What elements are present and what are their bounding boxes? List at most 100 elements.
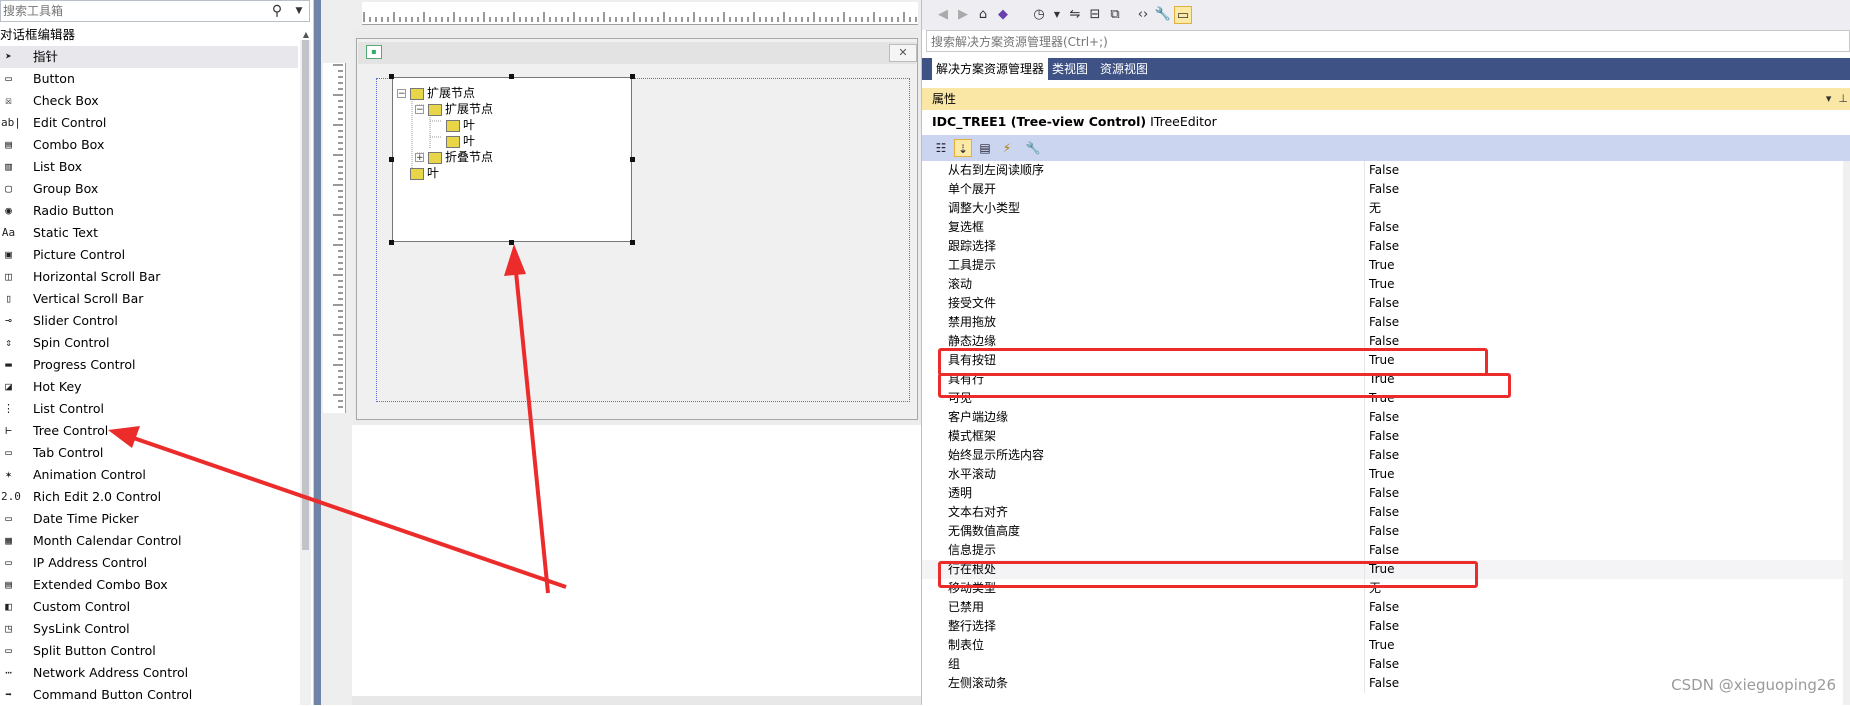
property-row[interactable]: 调整大小类型 无 [922,199,1850,218]
resize-handle[interactable] [630,74,635,79]
events-icon[interactable]: ⚡ [998,139,1016,157]
sync-icon[interactable]: ⇋ [1066,6,1084,24]
property-value[interactable]: False [1369,408,1399,427]
history-icon[interactable]: ◷ [1030,6,1048,24]
toolbox-item[interactable]: ▭ IP Address Control [0,552,298,574]
toolbox-item[interactable]: ▬ Progress Control [0,354,298,376]
toolbox-item[interactable]: ◫ Horizontal Scroll Bar [0,266,298,288]
property-value[interactable]: False [1369,427,1399,446]
property-row[interactable]: 整行选择 False [922,617,1850,636]
property-value[interactable]: True [1369,465,1395,484]
toolbox-item[interactable]: ▯ Vertical Scroll Bar [0,288,298,310]
toolbox-item[interactable]: ◉ Radio Button [0,200,298,222]
property-value[interactable]: True [1369,256,1395,275]
property-value[interactable]: True [1369,636,1395,655]
property-value[interactable]: False [1369,484,1399,503]
property-row[interactable]: 组 False [922,655,1850,674]
toolbox-item[interactable]: ☒ Check Box [0,90,298,112]
wrench-icon[interactable]: 🔧 [1154,6,1172,24]
property-divider[interactable] [1364,465,1365,484]
property-row[interactable]: 跟踪选择 False [922,237,1850,256]
property-row[interactable]: 制表位 True [922,636,1850,655]
resize-handle[interactable] [630,157,635,162]
property-value[interactable]: False [1369,313,1399,332]
property-value[interactable]: False [1369,503,1399,522]
pin-icon[interactable]: ▾ ⊥ [1808,88,1848,110]
property-divider[interactable] [1364,484,1365,503]
tab-class-view[interactable]: 类视图 [1048,58,1092,80]
property-row[interactable]: 水平滚动 True [922,465,1850,484]
scroll-up-icon[interactable]: ▲ [301,30,311,40]
toolbox-search-input[interactable] [1,2,275,20]
tab-solution-explorer[interactable]: 解决方案资源管理器 [932,58,1049,80]
toolbox-item[interactable]: ▭ Tab Control [0,442,298,464]
toolbox-item[interactable]: ▤ Extended Combo Box [0,574,298,596]
alphabetical-icon[interactable]: ⇣ [954,139,972,157]
property-row[interactable]: 工具提示 True [922,256,1850,275]
property-row[interactable]: 无偶数值高度 False [922,522,1850,541]
property-divider[interactable] [1364,427,1365,446]
property-divider[interactable] [1364,617,1365,636]
tree-node[interactable]: 扩展节点 [410,85,475,101]
toolbox-item[interactable]: ➡ Command Button Control [0,684,298,706]
toolbox-item[interactable]: ▢ Group Box [0,178,298,200]
toolbox-item[interactable]: ▭ Button [0,68,298,90]
property-value[interactable]: False [1369,598,1399,617]
forward-icon[interactable]: ▶ [954,6,972,24]
back-icon[interactable]: ◀ [934,6,952,24]
property-row[interactable]: 客户端边缘 False [922,408,1850,427]
chevron-down-icon[interactable]: ▼ [1048,6,1066,24]
toolbox-item[interactable]: ▣ Picture Control [0,244,298,266]
toolbox-item[interactable]: ◧ Custom Control [0,596,298,618]
toolbox-item[interactable]: ▦ Month Calendar Control [0,530,298,552]
property-row[interactable]: 单个展开 False [922,180,1850,199]
close-icon[interactable]: ✕ [889,44,917,62]
designer-hscrollbar[interactable] [352,696,921,705]
property-value[interactable]: False [1369,180,1399,199]
toolbox-group-header[interactable]: 对话框编辑器 [0,25,300,45]
tree-node[interactable]: 叶 [446,133,475,149]
toolbox-item[interactable]: ▤ Combo Box [0,134,298,156]
property-divider[interactable] [1364,180,1365,199]
property-divider[interactable] [1364,161,1365,180]
property-row[interactable]: 信息提示 False [922,541,1850,560]
toolbox-item[interactable]: Aa Static Text [0,222,298,244]
property-value[interactable]: True [1369,275,1395,294]
property-divider[interactable] [1364,598,1365,617]
property-divider[interactable] [1364,313,1365,332]
collapse-icon[interactable]: − [415,105,424,115]
toolbox-search-box[interactable]: ⚲ ▼ [0,0,310,22]
property-divider[interactable] [1364,522,1365,541]
toolbox-item[interactable]: ⊢ Tree Control [0,420,298,442]
tree-control-preview[interactable]: − 扩展节点 − 扩展节点叶叶 + 折叠节点叶 [392,77,632,242]
code-view-icon[interactable]: ‹› [1134,6,1152,24]
resize-handle[interactable] [630,240,635,245]
property-value[interactable]: False [1369,541,1399,560]
property-divider[interactable] [1364,256,1365,275]
property-row[interactable]: 始终显示所选内容 False [922,446,1850,465]
property-row[interactable]: 禁用拖放 False [922,313,1850,332]
property-row[interactable]: 滚动 True [922,275,1850,294]
property-value[interactable]: False [1369,655,1399,674]
dialog-titlebar[interactable] [358,42,916,64]
categorized-icon[interactable]: ☷ [932,139,950,157]
property-value[interactable]: False [1369,294,1399,313]
toolbox-item[interactable]: ⋯ Network Address Control [0,662,298,684]
resize-handle[interactable] [509,74,514,79]
property-value[interactable]: False [1369,617,1399,636]
property-value[interactable]: 无 [1369,199,1381,218]
toolbox-item[interactable]: ▭ Date Time Picker [0,508,298,530]
expand-icon[interactable]: + [415,153,424,163]
tab-resource-view[interactable]: 资源视图 [1096,58,1152,80]
toolbox-item[interactable]: ⊸ Slider Control [0,310,298,332]
tree-node[interactable]: 折叠节点 [428,149,493,165]
property-divider[interactable] [1364,446,1365,465]
property-value[interactable]: False [1369,237,1399,256]
property-value[interactable]: False [1369,674,1399,693]
property-pages-icon[interactable]: ▤ [976,139,994,157]
resize-handle[interactable] [389,157,394,162]
show-all-files-icon[interactable]: ⧉ [1106,6,1124,24]
property-value[interactable]: False [1369,218,1399,237]
property-row[interactable]: 文本右对齐 False [922,503,1850,522]
property-divider[interactable] [1364,655,1365,674]
